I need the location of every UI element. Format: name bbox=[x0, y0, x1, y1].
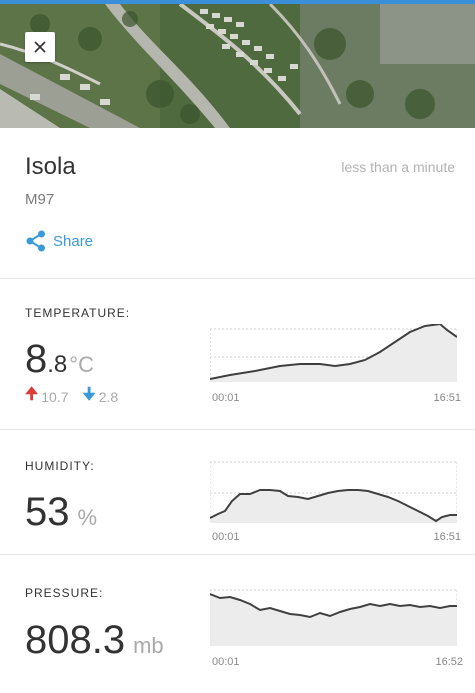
close-icon bbox=[34, 41, 46, 53]
temperature-min: 2.8 bbox=[98, 388, 119, 405]
station-code: M97 bbox=[25, 191, 55, 208]
pressure-value-number: 808.3 bbox=[25, 618, 126, 662]
humidity-time-start: 00:01 bbox=[212, 531, 240, 543]
humidity-time-end: 16:51 bbox=[433, 531, 461, 543]
temperature-unit: °C bbox=[69, 352, 94, 377]
humidity-title: HUMIDITY: bbox=[25, 459, 95, 473]
arrow-down-icon: 🠋 bbox=[82, 386, 96, 403]
pressure-title: PRESSURE: bbox=[25, 586, 104, 600]
station-header: Isola less than a minute M97 Share bbox=[0, 128, 475, 278]
humidity-unit: % bbox=[77, 505, 98, 530]
pressure-time-end: 16:52 bbox=[435, 656, 463, 668]
humidity-value: 53% bbox=[25, 490, 97, 535]
temperature-value-dec: .8 bbox=[47, 351, 68, 378]
temperature-max: 10.7 bbox=[41, 388, 69, 405]
satellite-image bbox=[0, 4, 475, 128]
humidity-chart: 00:01 16:51 bbox=[209, 461, 461, 543]
station-name: Isola bbox=[25, 153, 76, 180]
temperature-time-end: 16:51 bbox=[433, 392, 461, 404]
temperature-title: TEMPERATURE: bbox=[25, 306, 131, 320]
share-label: Share bbox=[53, 232, 94, 250]
pressure-value: 808.3 mb bbox=[25, 618, 164, 663]
pressure-unit: mb bbox=[133, 633, 164, 658]
temperature-section: TEMPERATURE: 8.8°C 🠉 10.7 🠋 2.8 00:01 16… bbox=[0, 279, 475, 429]
temperature-chart: 00:01 16:51 bbox=[209, 322, 461, 404]
pressure-time-start: 00:01 bbox=[212, 656, 240, 668]
share-button[interactable]: Share bbox=[25, 230, 93, 252]
pressure-section: PRESSURE: 808.3 mb 00:01 16:52 bbox=[0, 555, 475, 693]
last-updated: less than a minute bbox=[341, 159, 455, 175]
temperature-value-int: 8 bbox=[25, 337, 48, 381]
pressure-chart: 00:01 16:52 bbox=[209, 586, 463, 668]
temperature-time-start: 00:01 bbox=[212, 392, 240, 404]
temperature-minmax: 🠉 10.7 🠋 2.8 bbox=[25, 383, 132, 410]
temperature-value: 8.8°C bbox=[25, 337, 94, 382]
share-icon bbox=[26, 230, 45, 252]
humidity-section: HUMIDITY: 53% 00:01 16:51 bbox=[0, 430, 475, 554]
arrow-up-icon: 🠉 bbox=[25, 386, 39, 403]
close-button[interactable] bbox=[25, 32, 55, 62]
humidity-value-number: 53 bbox=[25, 490, 70, 534]
